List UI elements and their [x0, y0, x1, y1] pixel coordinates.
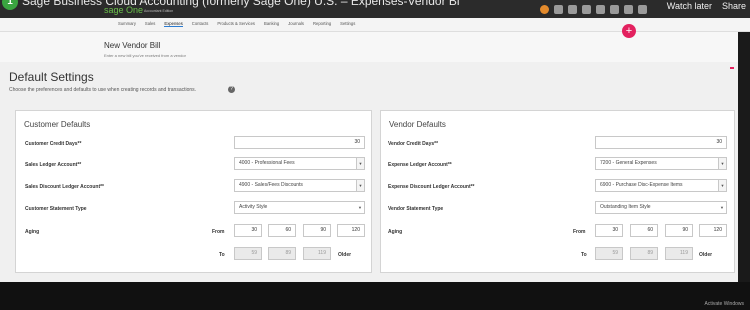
home-icon[interactable]	[568, 5, 577, 14]
chevron-down-icon[interactable]: ▼	[718, 180, 726, 191]
vendor-aging-to-1: 59	[595, 247, 623, 260]
customer-aging-from-label: From	[212, 229, 225, 235]
vendor-statement-type-label: Vendor Statement Type	[388, 206, 444, 212]
expense-discount-ledger-label: Expense Discount Ledger Account**	[388, 184, 475, 190]
expense-ledger-value: 7200 - General Expenses	[600, 160, 657, 166]
vendor-statement-type-select[interactable]: Outstanding Item Style ▼	[595, 201, 727, 214]
vendor-credit-days-label: Vendor Credit Days**	[388, 141, 439, 147]
main-nav: Summary Sales Expenses Contacts Products…	[0, 18, 750, 32]
sales-discount-ledger-select[interactable]: 4900 - Sales/Fees Discounts ▼	[234, 179, 365, 192]
expense-discount-ledger-select[interactable]: 6900 - Purchase Disc-Expense Items ▼	[595, 179, 727, 192]
vendor-aging-label: Aging	[388, 229, 403, 235]
vendor-aging-from-4[interactable]: 120	[699, 224, 727, 237]
customer-statement-type-label: Customer Statement Type	[25, 206, 87, 212]
nav-products-services[interactable]: Products & Services	[217, 21, 255, 27]
customer-aging-from-1[interactable]: 30	[234, 224, 262, 237]
vendor-statement-type-value: Outstanding Item Style	[600, 204, 651, 210]
nav-settings[interactable]: Settings	[340, 21, 355, 27]
customer-credit-days-input[interactable]: 30	[234, 136, 365, 149]
settings-icon[interactable]	[610, 5, 619, 14]
customer-statement-type-value: Activity Style	[239, 204, 268, 210]
customer-aging-from-2[interactable]: 60	[268, 224, 296, 237]
customer-statement-type-select[interactable]: Activity Style ▼	[234, 201, 365, 214]
customer-aging-to-3: 119	[303, 247, 331, 260]
logout-icon[interactable]	[638, 5, 647, 14]
top-icons	[540, 5, 647, 14]
chevron-down-icon[interactable]: ▼	[356, 158, 364, 169]
nav-contacts[interactable]: Contacts	[192, 21, 209, 27]
help-icon[interactable]	[624, 5, 633, 14]
nav-banking[interactable]: Banking	[264, 21, 279, 27]
vendor-aging-from-1[interactable]: 30	[595, 224, 623, 237]
vendor-aging-older-label: Older	[699, 252, 713, 258]
video-title[interactable]: Sage Business Cloud Accounting (formerly…	[0, 0, 460, 8]
chevron-down-icon[interactable]: ▼	[356, 180, 364, 191]
sales-ledger-value: 4000 - Professional Fees	[239, 160, 295, 166]
help-icon[interactable]: ?	[228, 86, 235, 93]
watch-later-button[interactable]: Watch later	[667, 1, 712, 11]
brand-edition: Accountant Edition	[144, 9, 174, 13]
customer-aging-from-3[interactable]: 90	[303, 224, 331, 237]
app-top-bar: 1 Sage Business Cloud Accounting (former…	[0, 0, 750, 18]
vendor-defaults-panel: Vendor Defaults Vendor Credit Days** 30 …	[380, 110, 735, 273]
bank-icon[interactable]	[582, 5, 591, 14]
messages-icon[interactable]	[596, 5, 605, 14]
search-icon[interactable]	[554, 5, 563, 14]
vendor-aging-to-2: 89	[630, 247, 658, 260]
bill-subtitle: Enter a new bill you've received from a …	[104, 53, 186, 58]
add-button[interactable]: +	[622, 24, 636, 38]
vendor-aging-from-2[interactable]: 60	[630, 224, 658, 237]
chevron-down-icon[interactable]: ▼	[718, 202, 726, 213]
sales-ledger-label: Sales Ledger Account**	[25, 162, 82, 168]
video-controls: Watch later Share	[667, 1, 746, 11]
customer-defaults-title: Customer Defaults	[24, 120, 91, 129]
sales-discount-ledger-value: 4900 - Sales/Fees Discounts	[239, 182, 303, 188]
vendor-aging-to-3: 119	[665, 247, 693, 260]
nav-journals[interactable]: Journals	[288, 21, 304, 27]
indicator-icon	[730, 67, 734, 69]
share-button[interactable]: Share	[722, 1, 746, 11]
customer-aging-older-label: Older	[338, 252, 352, 258]
expense-ledger-select[interactable]: 7200 - General Expenses ▼	[595, 157, 727, 170]
expense-ledger-label: Expense Ledger Account**	[388, 162, 452, 168]
chevron-down-icon[interactable]: ▼	[718, 158, 726, 169]
sales-ledger-select[interactable]: 4000 - Professional Fees ▼	[234, 157, 365, 170]
windows-watermark: Activate Windows	[704, 301, 744, 307]
customer-aging-to-1: 59	[234, 247, 262, 260]
customer-aging-to-label: To	[219, 252, 225, 258]
video-bottom-bar: Activate Windows	[0, 282, 750, 310]
nav-reporting[interactable]: Reporting	[313, 21, 331, 27]
vendor-credit-days-input[interactable]: 30	[595, 136, 727, 149]
vendor-aging-from-label: From	[573, 229, 586, 235]
customer-aging-to-2: 89	[268, 247, 296, 260]
vendor-aging-to-label: To	[581, 252, 587, 258]
bill-title: New Vendor Bill	[104, 41, 161, 50]
brand-logo[interactable]: sage One	[104, 5, 143, 15]
vendor-aging-from-3[interactable]: 90	[665, 224, 693, 237]
sales-discount-ledger-label: Sales Discount Ledger Account**	[25, 184, 104, 190]
customer-credit-days-label: Customer Credit Days**	[25, 141, 82, 147]
customer-defaults-panel: Customer Defaults Customer Credit Days**…	[15, 110, 372, 273]
chevron-down-icon[interactable]: ▼	[356, 202, 364, 213]
nav-expenses[interactable]: Expenses	[164, 21, 183, 27]
page-title: Default Settings	[9, 70, 94, 84]
nav-sales[interactable]: Sales	[145, 21, 155, 27]
content-area: New Vendor Bill Enter a new bill you've …	[0, 24, 738, 282]
expense-discount-ledger-value: 6900 - Purchase Disc-Expense Items	[600, 182, 683, 188]
page-description: Choose the preferences and defaults to u…	[9, 87, 197, 93]
user-avatar-icon[interactable]	[540, 5, 549, 14]
vendor-defaults-title: Vendor Defaults	[389, 120, 446, 129]
customer-aging-label: Aging	[25, 229, 40, 235]
customer-aging-from-4[interactable]: 120	[337, 224, 365, 237]
nav-summary[interactable]: Summary	[118, 21, 136, 27]
